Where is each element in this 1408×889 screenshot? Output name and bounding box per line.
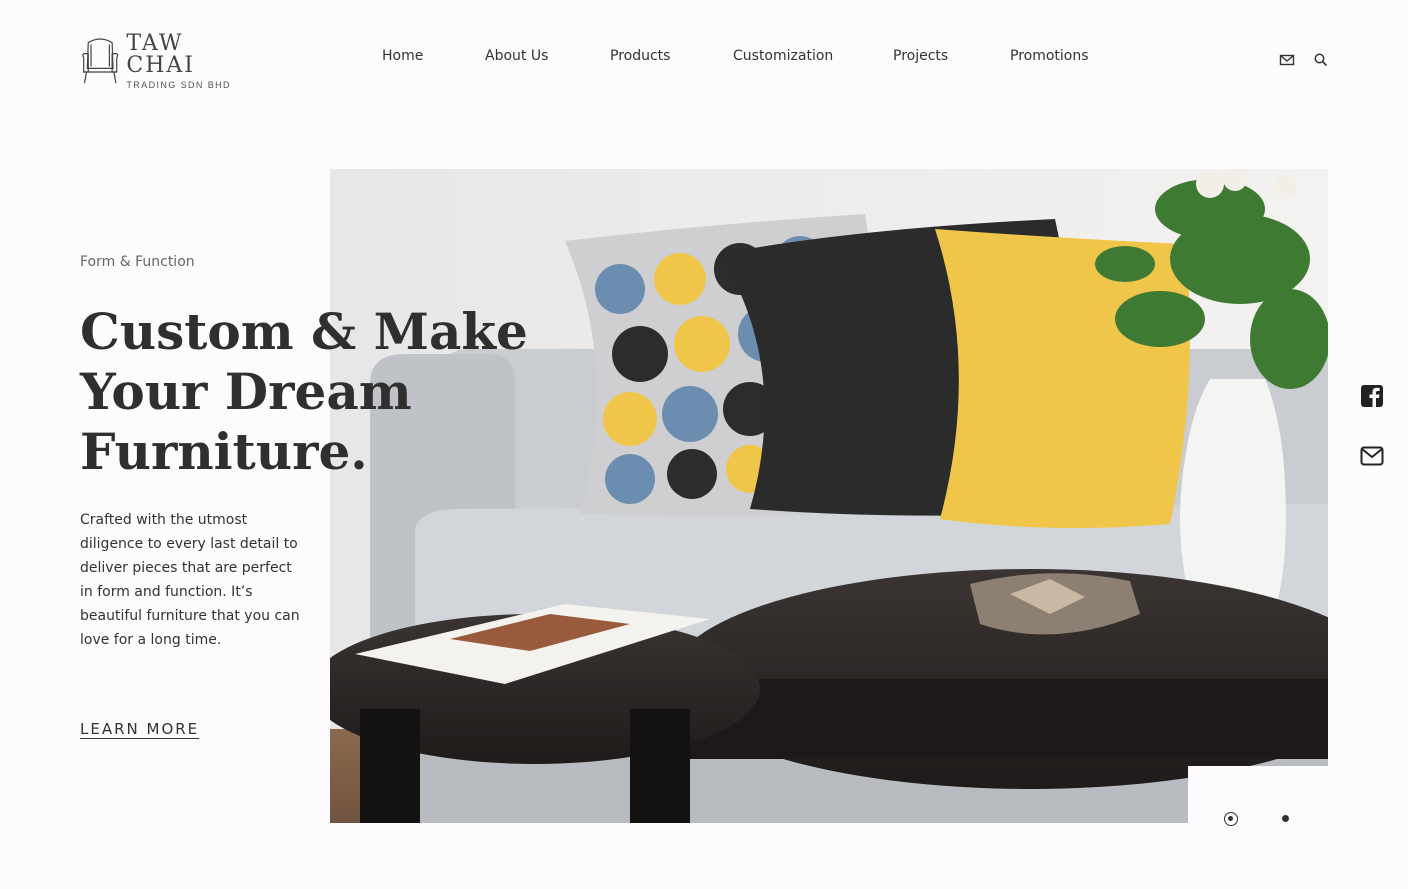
armchair-logo-icon	[82, 38, 119, 84]
slider-controls	[1188, 766, 1328, 823]
nav-promotions[interactable]: Promotions	[1010, 48, 1089, 64]
logo-text: TAW CHAI TRADING SDN BHD	[126, 30, 250, 90]
nav-products[interactable]: Products	[610, 48, 670, 64]
mail-icon[interactable]	[1360, 444, 1384, 468]
hero-description: Crafted with the utmost diligence to eve…	[80, 512, 300, 648]
learn-more-link[interactable]: LEARN MORE	[80, 720, 199, 738]
mail-icon[interactable]	[1279, 52, 1295, 68]
headline-line-1: Custom & Make	[80, 302, 528, 361]
nav-projects[interactable]: Projects	[893, 48, 948, 64]
logo-title: TAW CHAI	[126, 30, 195, 78]
headline-line-3: Furniture.	[80, 422, 368, 481]
slide-dot-1[interactable]	[1224, 812, 1238, 826]
site-logo[interactable]: TAW CHAI TRADING SDN BHD	[80, 30, 250, 90]
nav-customization[interactable]: Customization	[733, 48, 833, 64]
facebook-icon[interactable]	[1360, 384, 1384, 408]
search-icon[interactable]	[1313, 52, 1329, 68]
nav-home[interactable]: Home	[382, 48, 423, 64]
headline-line-2: Your Dream	[80, 362, 412, 421]
hero-headline: Custom & Make Your Dream Furniture.	[80, 302, 540, 482]
hero-image	[330, 169, 1328, 823]
slide-dot-2[interactable]	[1282, 815, 1289, 822]
logo-subtitle: TRADING SDN BHD	[126, 79, 231, 90]
hero-eyebrow: Form & Function	[80, 254, 195, 270]
nav-about-us[interactable]: About Us	[485, 48, 548, 64]
